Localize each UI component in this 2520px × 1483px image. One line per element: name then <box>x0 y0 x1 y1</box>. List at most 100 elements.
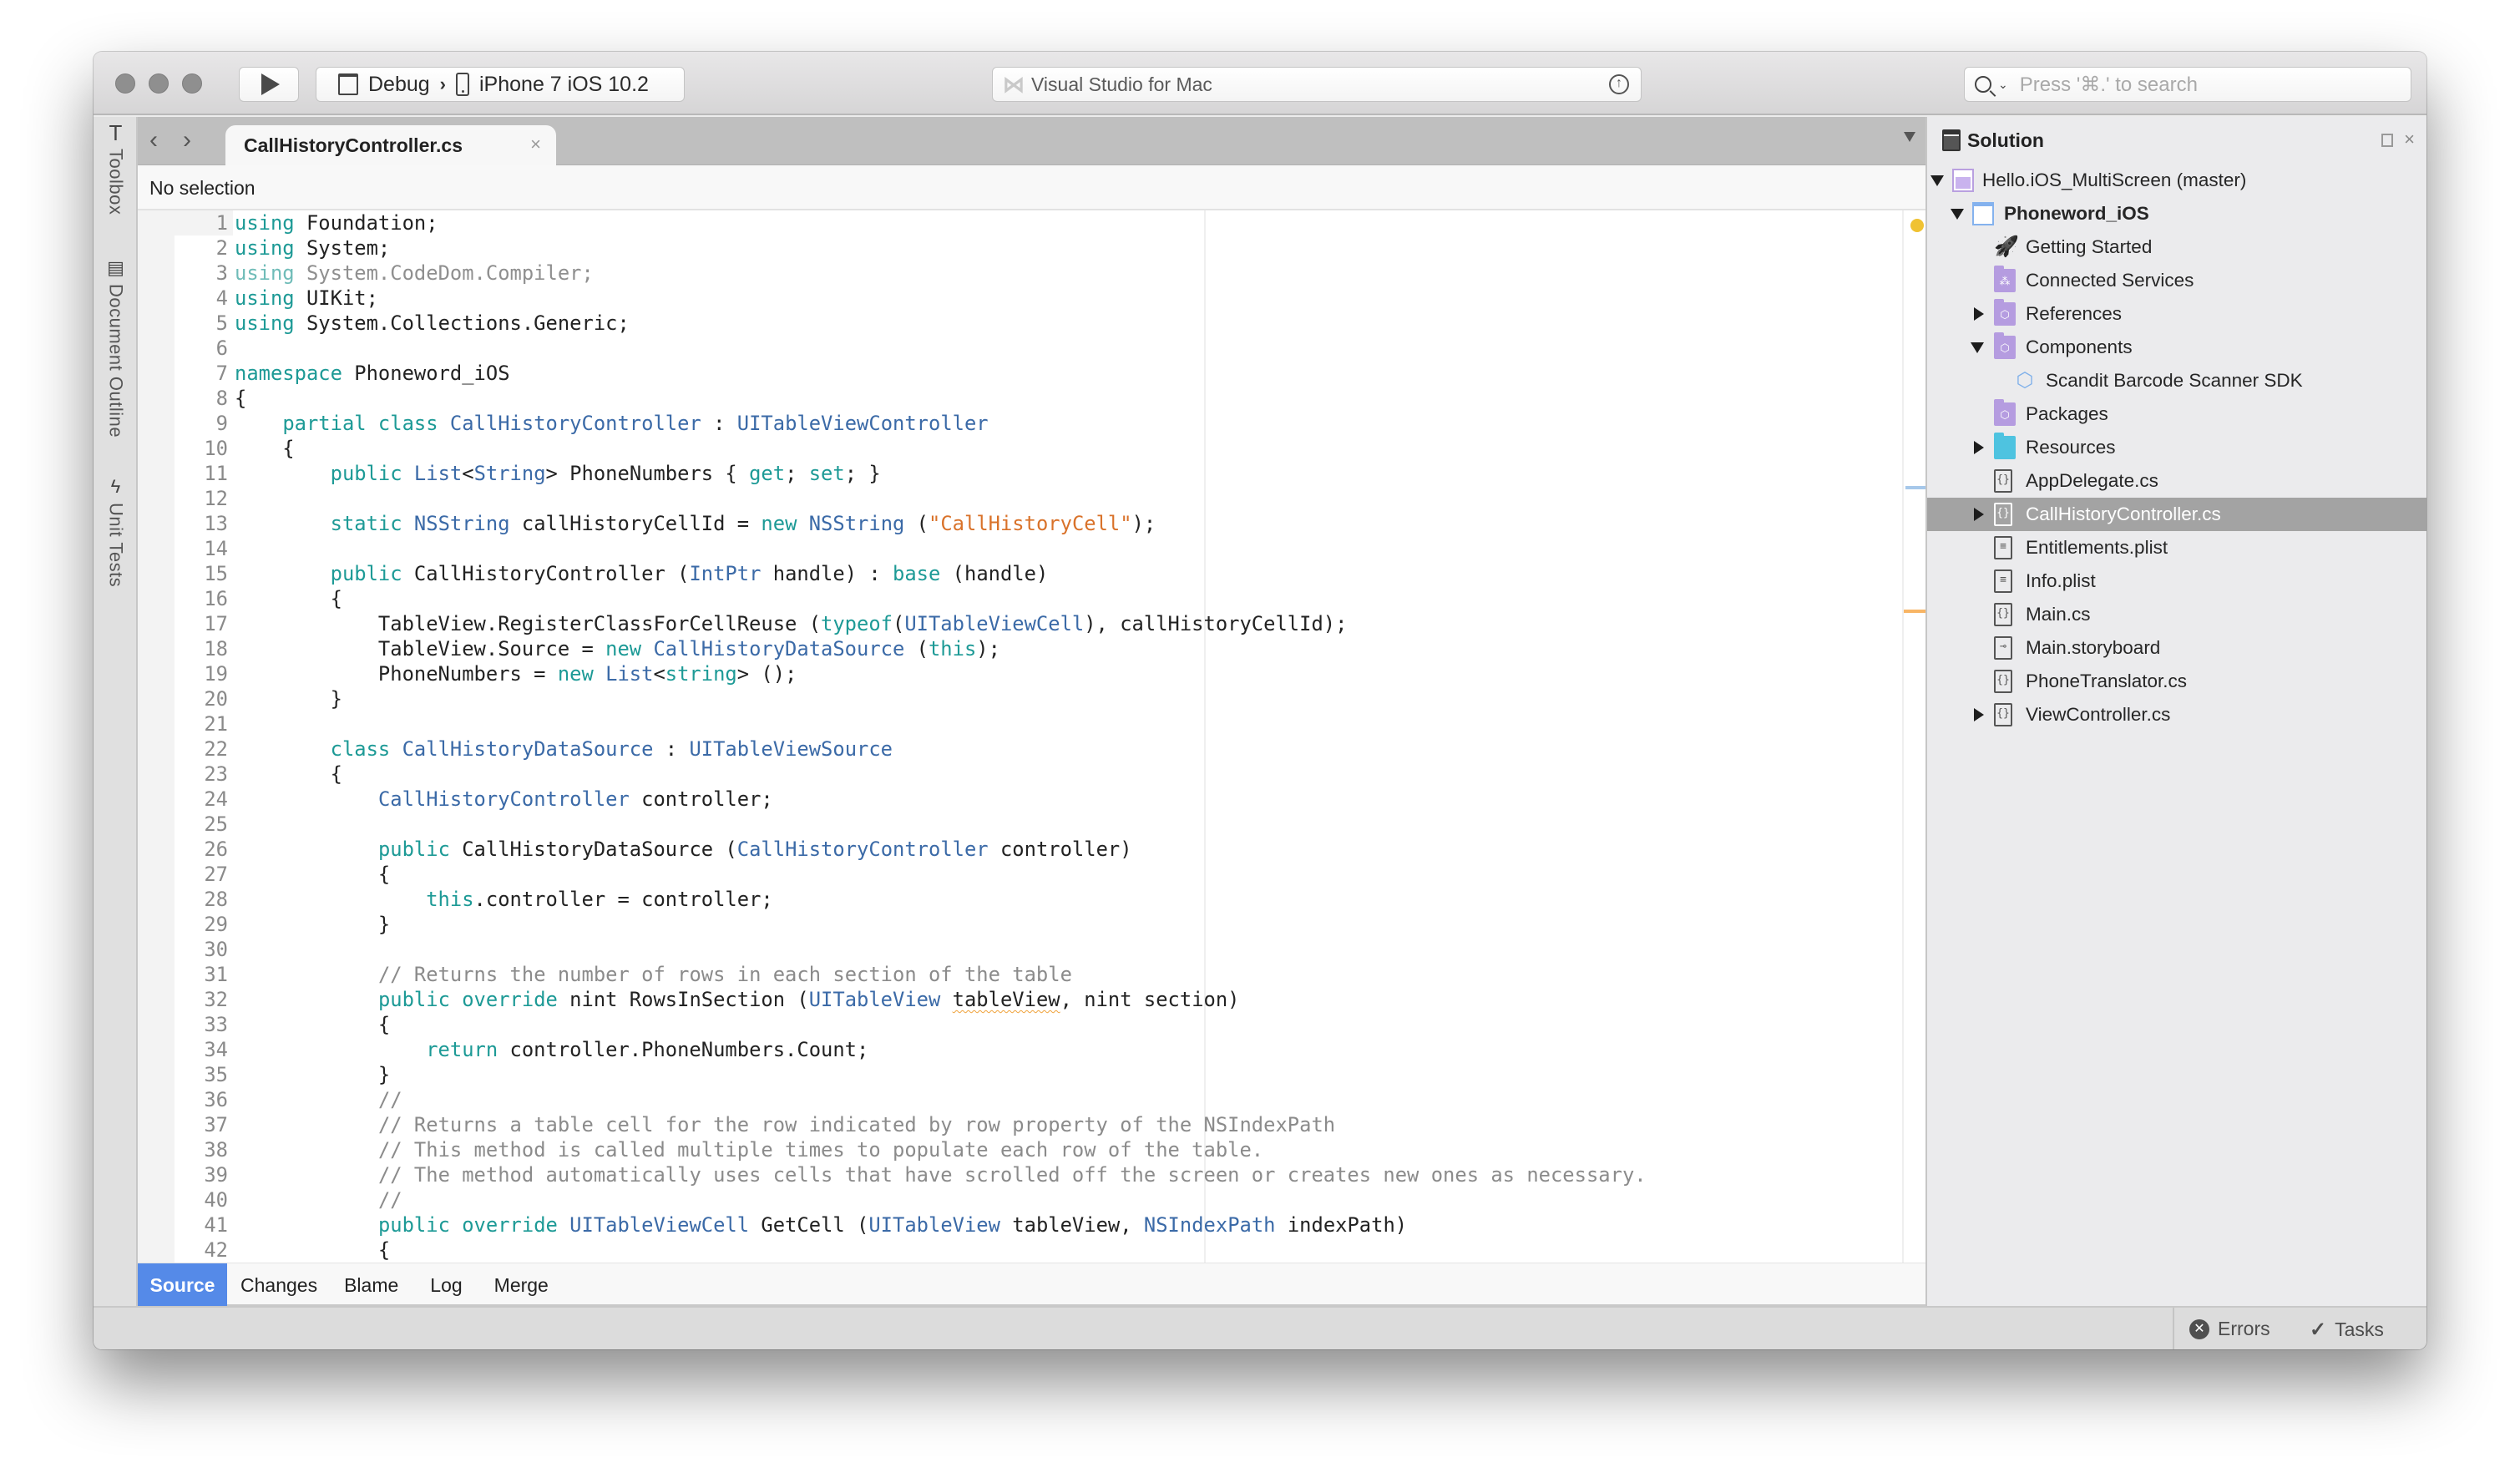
navigate-forward-button[interactable]: › <box>183 125 191 155</box>
code-line[interactable]: 3 using System.CodeDom.Compiler; <box>138 261 1925 286</box>
code-line[interactable]: 30 <box>138 937 1925 962</box>
code-area[interactable]: 1 using Foundation; 2 using System; 3 using S… <box>138 210 1925 1263</box>
code-line[interactable]: 2 using System; <box>138 235 1925 261</box>
updates-icon[interactable]: ↑ <box>1609 74 1629 94</box>
code-line[interactable]: 19 PhoneNumbers = new List<string> (); <box>138 661 1925 686</box>
tab-list-dropdown-icon[interactable] <box>1904 132 1915 142</box>
minimize-window-button[interactable] <box>149 73 169 94</box>
tasks-button[interactable]: ✓ Tasks <box>2310 1318 2384 1342</box>
code-line[interactable]: 23 { <box>138 762 1925 787</box>
code-line[interactable]: 20 } <box>138 686 1925 711</box>
disclosure-collapsed-icon[interactable] <box>1974 708 1984 721</box>
code-line[interactable]: 8{ <box>138 386 1925 411</box>
configuration-label[interactable]: Debug <box>368 73 430 97</box>
code-line[interactable]: 6 <box>138 336 1925 361</box>
global-search-input[interactable]: ⌄ Press '⌘.' to search <box>1964 67 2411 102</box>
solution-tree-item[interactable]: ⬡ Scandit Barcode Scanner SDK <box>1927 364 2426 397</box>
scroll-position-marker[interactable] <box>1905 486 1925 489</box>
tab-source[interactable]: Source <box>138 1263 227 1307</box>
tab-log[interactable]: Log <box>412 1263 480 1307</box>
solution-tree-item[interactable]: ≡ Info.plist <box>1927 564 2426 598</box>
code-line[interactable]: 28 this.controller = controller; <box>138 887 1925 912</box>
overview-ruler[interactable] <box>1902 210 1925 1263</box>
code-line[interactable]: 14 <box>138 536 1925 561</box>
solution-tree-item[interactable]: {} AppDelegate.cs <box>1927 464 2426 498</box>
code-line[interactable]: 18 TableView.Source = new CallHistoryDat… <box>138 636 1925 661</box>
close-window-button[interactable] <box>115 73 135 94</box>
code-line[interactable]: 25 <box>138 812 1925 837</box>
code-line[interactable]: 7 namespace Phoneword_iOS <box>138 361 1925 386</box>
code-line[interactable]: 22 class CallHistoryDataSource : UITable… <box>138 736 1925 762</box>
code-line[interactable]: 12 <box>138 486 1925 511</box>
unit-tests-tab[interactable]: ϟ Unit Tests <box>94 476 138 587</box>
solution-tree-item[interactable]: {} Main.cs <box>1927 598 2426 631</box>
code-line[interactable]: 24 CallHistoryController controller; <box>138 787 1925 812</box>
code-line[interactable]: 42 { <box>138 1238 1925 1263</box>
run-button[interactable] <box>239 67 299 102</box>
tab-merge[interactable]: Merge <box>481 1263 562 1307</box>
solution-tree-item[interactable]: Phoneword_iOS <box>1927 197 2426 230</box>
disclosure-collapsed-icon[interactable] <box>1974 441 1984 454</box>
disclosure-collapsed-icon[interactable] <box>1974 508 1984 521</box>
solution-tree-item[interactable]: ⁂ Connected Services <box>1927 264 2426 297</box>
solution-tree-item[interactable]: {} ViewController.cs <box>1927 698 2426 731</box>
disclosure-expanded-icon[interactable] <box>1951 209 1964 220</box>
code-line[interactable]: 17 TableView.RegisterClassForCellReuse (… <box>138 611 1925 636</box>
code-line[interactable]: 35 } <box>138 1062 1925 1087</box>
code-line[interactable]: 38 // This method is called multiple tim… <box>138 1137 1925 1162</box>
code-line[interactable]: 13 static NSString callHistoryCellId = n… <box>138 511 1925 536</box>
toolbox-tab[interactable]: T Toolbox <box>94 122 138 215</box>
disclosure-expanded-icon[interactable] <box>1930 175 1944 186</box>
solution-tree-item[interactable]: Resources <box>1927 431 2426 464</box>
code-line[interactable]: 29 } <box>138 912 1925 937</box>
tab-blame[interactable]: Blame <box>331 1263 412 1307</box>
change-marker[interactable] <box>1904 610 1925 613</box>
errors-button[interactable]: ✕ Errors <box>2189 1318 2270 1340</box>
code-line[interactable]: 31 // Returns the number of rows in each… <box>138 962 1925 987</box>
code-line[interactable]: 16 { <box>138 586 1925 611</box>
code-line[interactable]: 1 using Foundation; <box>138 210 1925 235</box>
maximize-pad-button[interactable] <box>2381 134 2393 147</box>
tab-changes[interactable]: Changes <box>227 1263 331 1307</box>
code-line[interactable]: 11 public List<String> PhoneNumbers { ge… <box>138 461 1925 486</box>
solution-tree-item[interactable]: Hello.iOS_MultiScreen (master) <box>1927 164 2426 197</box>
path-bar[interactable]: No selection <box>138 165 1925 210</box>
code-line[interactable]: 41 public override UITableViewCell GetCe… <box>138 1212 1925 1238</box>
device-label[interactable]: iPhone 7 iOS 10.2 <box>479 73 649 97</box>
code-line[interactable]: 21 <box>138 711 1925 736</box>
warning-marker-icon[interactable] <box>1910 219 1924 232</box>
close-tab-icon[interactable]: × <box>530 134 541 155</box>
code-line[interactable]: 10 { <box>138 436 1925 461</box>
code-line[interactable]: 40 // <box>138 1187 1925 1212</box>
solution-tree-item[interactable]: ⊸ Main.storyboard <box>1927 631 2426 665</box>
code-line[interactable]: 27 { <box>138 862 1925 887</box>
solution-tree-item[interactable]: {} PhoneTranslator.cs <box>1927 665 2426 698</box>
code-line[interactable]: 39 // The method automatically uses cell… <box>138 1162 1925 1187</box>
disclosure-expanded-icon[interactable] <box>1971 342 1984 353</box>
solution-tree-item[interactable]: ⬡ References <box>1927 297 2426 331</box>
run-configuration-selector[interactable]: Debug › iPhone 7 iOS 10.2 <box>316 67 685 102</box>
code-line[interactable]: 32 public override nint RowsInSection (U… <box>138 987 1925 1012</box>
solution-tree-item[interactable]: ⬡ Components <box>1927 331 2426 364</box>
code-line[interactable]: 9 partial class CallHistoryController : … <box>138 411 1925 436</box>
code-line[interactable]: 4 using UIKit; <box>138 286 1925 311</box>
code-line[interactable]: 37 // Returns a table cell for the row i… <box>138 1112 1925 1137</box>
solution-tree-item[interactable]: ⬡ Packages <box>1927 397 2426 431</box>
code-line[interactable]: 33 { <box>138 1012 1925 1037</box>
code-line[interactable]: 36 // <box>138 1087 1925 1112</box>
zoom-window-button[interactable] <box>182 73 202 94</box>
solution-tree-item[interactable]: {} CallHistoryController.cs <box>1927 498 2426 531</box>
code-line[interactable]: 15 public CallHistoryController (IntPtr … <box>138 561 1925 586</box>
code-line[interactable]: 34 return controller.PhoneNumbers.Count; <box>138 1037 1925 1062</box>
code-token: { <box>235 437 295 460</box>
solution-tree-item[interactable]: ≡ Entitlements.plist <box>1927 531 2426 564</box>
disclosure-collapsed-icon[interactable] <box>1974 307 1984 321</box>
solution-tree-item[interactable]: 🚀 Getting Started <box>1927 230 2426 264</box>
code-token: UITableViewController <box>736 412 989 435</box>
code-line[interactable]: 26 public CallHistoryDataSource (CallHis… <box>138 837 1925 862</box>
navigate-back-button[interactable]: ‹ <box>149 125 158 155</box>
close-pad-button[interactable]: × <box>2404 129 2415 150</box>
document-outline-tab[interactable]: ▤ Document Outline <box>94 257 138 438</box>
tab-callhistorycontroller[interactable]: CallHistoryController.cs × <box>225 125 556 165</box>
code-line[interactable]: 5 using System.Collections.Generic; <box>138 311 1925 336</box>
